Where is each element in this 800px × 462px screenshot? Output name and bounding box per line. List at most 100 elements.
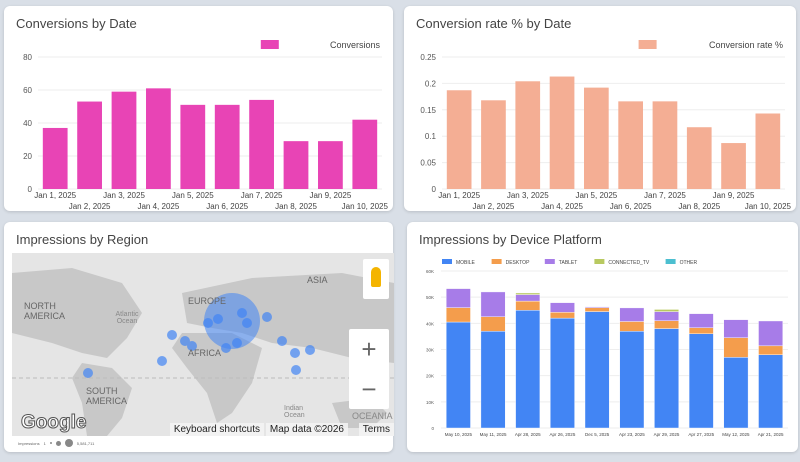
y-tick-label: 80 — [23, 53, 32, 62]
keyboard-shortcuts-link[interactable]: Keyboard shortcuts — [169, 423, 264, 436]
y-tick-label: 30K — [426, 348, 434, 353]
map-data-attribution: Map data ©2026 — [265, 423, 348, 436]
y-tick-label: 40K — [426, 321, 434, 326]
y-tick-label: 40 — [23, 119, 32, 128]
legend-label: Impressions — [18, 440, 40, 446]
y-tick-label: 0.25 — [420, 53, 436, 62]
google-logo: Google — [20, 412, 87, 434]
bar — [283, 141, 309, 189]
map-label: OCEANIA — [352, 411, 393, 421]
legend-label: Conversion rate % — [709, 40, 783, 50]
legend-label: DESKTOP — [506, 260, 530, 266]
y-tick-label: 60 — [23, 86, 32, 95]
legend-label: CONNECTED_TV — [608, 260, 650, 266]
bar — [214, 104, 240, 189]
x-tick-label: Apr 29, 2025 — [654, 432, 680, 437]
bar-segment — [515, 292, 541, 295]
x-tick-label: Jan 7, 2025 — [644, 191, 686, 200]
bar — [618, 101, 643, 189]
bar-segment — [654, 328, 679, 429]
x-tick-label: Jan 7, 2025 — [241, 191, 283, 200]
bar-segment — [446, 321, 471, 429]
bar-segment — [619, 330, 645, 429]
bar — [446, 90, 472, 189]
bar — [721, 143, 746, 189]
bar-segment — [758, 320, 783, 347]
x-tick-label: Jan 2, 2025 — [69, 202, 111, 211]
conversion-rate-card: Conversion rate % by Date 0 0.05 0.1 0.15 0.… — [404, 6, 796, 211]
x-tick-label: Apr 23, 2025 — [619, 432, 645, 437]
conversion-rate-chart: 0 0.05 0.1 0.15 0.2 0.25 Jan 1, 2025 Jan 2, 202… — [420, 40, 792, 211]
bar-segment — [723, 319, 749, 338]
map-label: SOUTH AMERICA — [86, 386, 128, 406]
legend-swatch — [544, 259, 555, 264]
pegman-button[interactable] — [363, 259, 389, 299]
bar — [515, 81, 541, 189]
x-tick-label: Jan 9, 2025 — [309, 191, 351, 200]
y-tick-label: 0.15 — [420, 106, 436, 115]
pegman-icon — [371, 267, 381, 287]
bar-segment — [619, 307, 645, 322]
bar-segment — [723, 337, 749, 358]
bar-segment — [688, 327, 714, 335]
legend-swatch — [260, 40, 279, 49]
y-tick-label: 50K — [426, 295, 434, 300]
bar-segment — [515, 294, 541, 302]
legend-swatch — [594, 259, 605, 264]
bar-segment — [480, 316, 506, 332]
x-tick-label: Apr 27, 2025 — [688, 432, 714, 437]
legend-label: OTHER — [680, 260, 698, 266]
bar-segment — [480, 330, 506, 429]
x-tick-label: Apr 28, 2025 — [515, 432, 541, 437]
legend-swatch — [442, 259, 452, 264]
x-tick-label: Jan 2, 2025 — [473, 202, 515, 211]
bar — [111, 91, 137, 189]
bar — [77, 101, 102, 189]
x-tick-label: Jan 10, 2025 — [745, 202, 792, 211]
x-tick-label: Jan 5, 2025 — [172, 191, 214, 200]
conversions-card: Conversions by Date 0 20 40 60 80 Jan 1, 2025… — [4, 6, 393, 211]
y-tick-label: 0.1 — [425, 132, 437, 141]
x-tick-label: Jan 8, 2025 — [678, 202, 720, 211]
bar-segment — [550, 302, 575, 313]
legend-swatch — [665, 259, 676, 264]
legend-min: 1 — [43, 440, 46, 446]
bar — [249, 99, 274, 189]
x-tick-label: Jan 9, 2025 — [713, 191, 755, 200]
map-label: AFRICA — [188, 348, 222, 358]
x-tick-label: Apr 21, 2025 — [758, 432, 784, 437]
bar — [146, 88, 171, 189]
zoom-in-button[interactable]: + — [349, 329, 389, 369]
y-tick-label: 20K — [426, 374, 434, 379]
x-tick-label: May 10, 2025 — [445, 432, 473, 437]
bar-segment — [688, 313, 714, 328]
x-tick-label: Jan 5, 2025 — [575, 191, 617, 200]
legend-max: 5,581,711 — [76, 440, 95, 446]
bar-segment — [584, 311, 610, 429]
region-map[interactable]: NORTH AMERICA Atlantic Ocean EUROPE AFRI… — [12, 253, 394, 436]
terms-link[interactable]: Terms — [358, 423, 394, 436]
bar-segment — [515, 300, 541, 311]
bar-segment — [619, 321, 645, 332]
conversions-chart: 0 20 40 60 80 Jan 1, 2025 Jan 2, 2025 Jan 3, 20… — [23, 40, 388, 211]
bar-segment — [654, 311, 679, 321]
map-label: Atlantic Ocean — [115, 311, 139, 325]
y-tick-label: 0.2 — [425, 79, 437, 88]
bar — [318, 141, 343, 189]
map-label: ASIA — [307, 275, 328, 285]
world-map — [12, 268, 394, 436]
bar — [352, 119, 378, 189]
bar — [755, 113, 781, 189]
zoom-controls: + − — [349, 329, 389, 409]
bar-segment — [480, 291, 506, 317]
zoom-out-button[interactable]: − — [349, 369, 389, 409]
x-tick-label: Jan 1, 2025 — [438, 191, 480, 200]
x-tick-label: May 12, 2025 — [722, 432, 750, 437]
x-tick-label: Jan 4, 2025 — [541, 202, 583, 211]
x-tick-label: Jan 4, 2025 — [137, 202, 179, 211]
legend-swatch — [638, 40, 657, 49]
bar-segment — [446, 288, 471, 308]
bar — [549, 76, 575, 189]
bar-segment — [550, 317, 575, 429]
legend-label: TABLET — [559, 260, 578, 266]
